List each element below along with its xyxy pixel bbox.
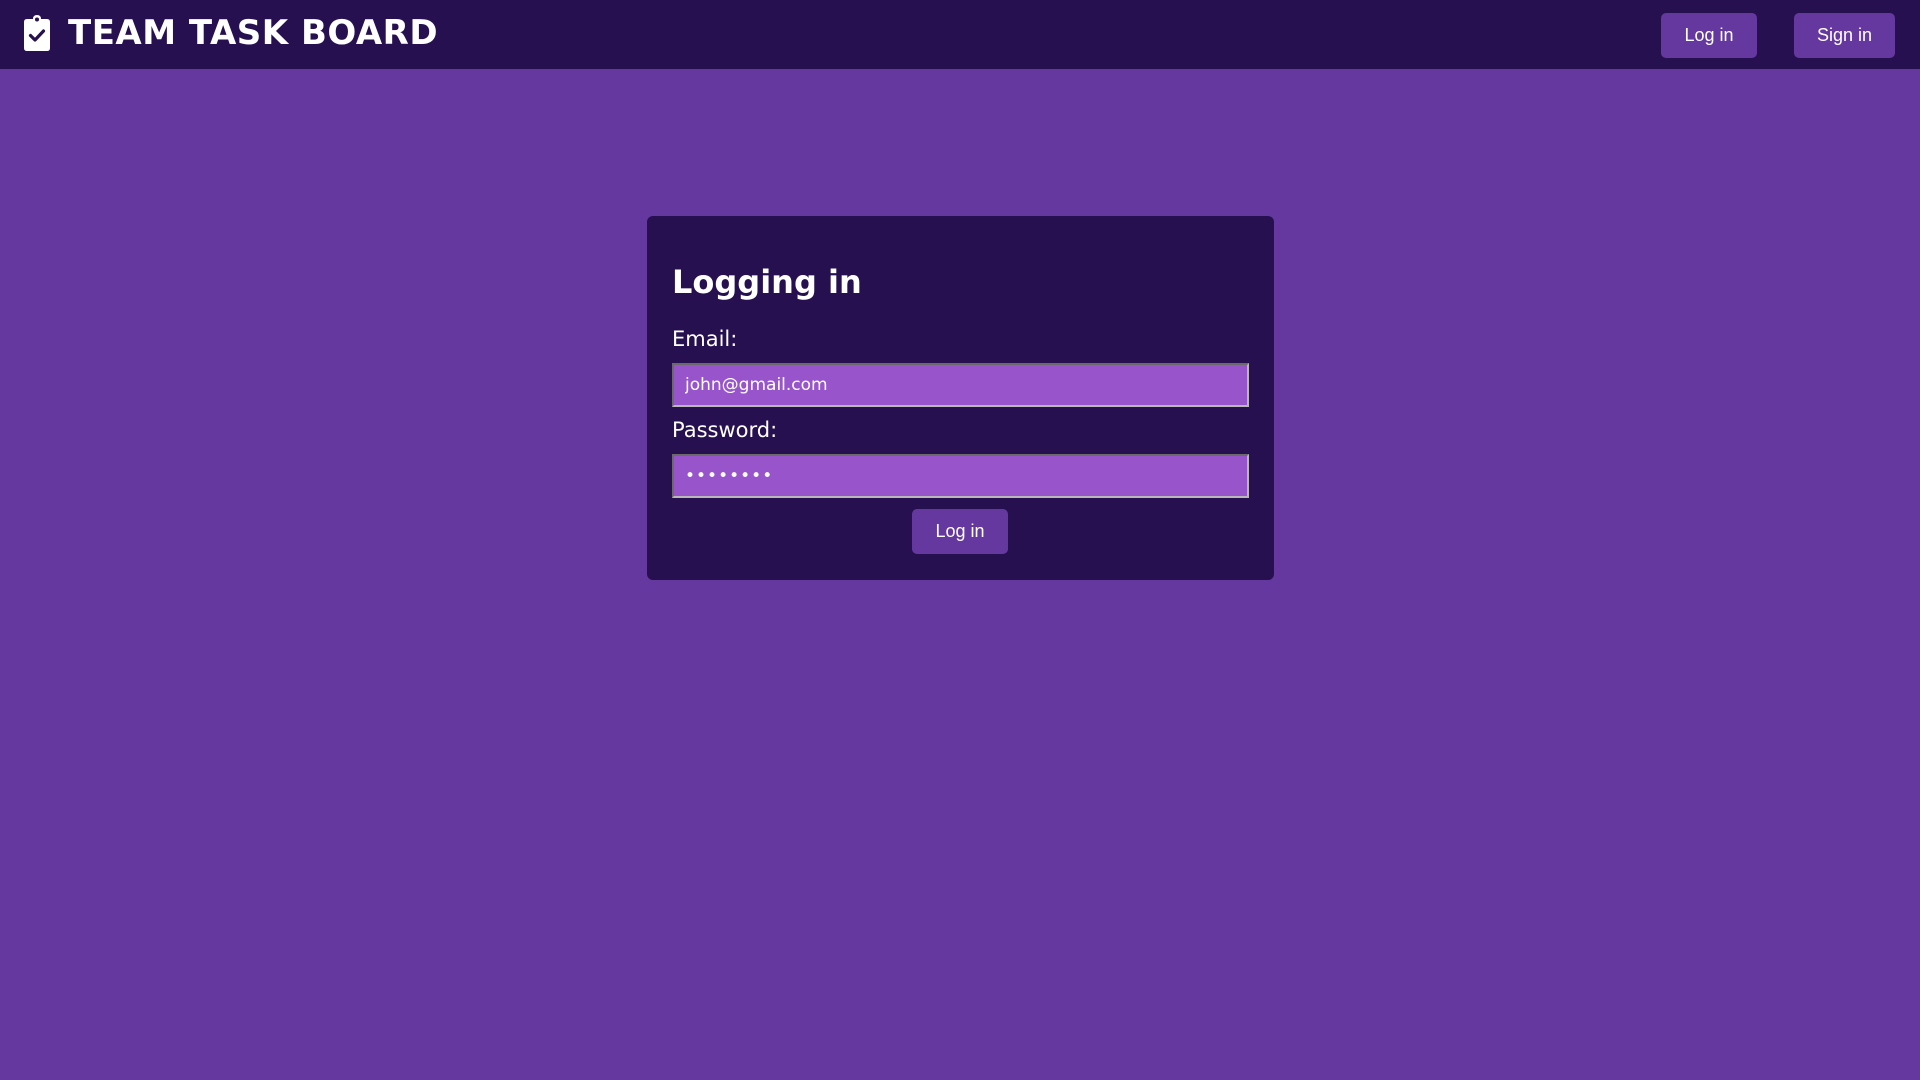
app-title: TEAM TASK BOARD	[68, 13, 439, 53]
header-login-button[interactable]: Log in	[1661, 13, 1757, 58]
login-title: Logging in	[672, 263, 862, 301]
email-label: Email:	[672, 327, 738, 351]
password-label: Password:	[672, 418, 778, 442]
header-signin-button[interactable]: Sign in	[1794, 13, 1895, 58]
login-card: Logging in Email: Password: Log in	[647, 216, 1274, 580]
login-submit-button[interactable]: Log in	[912, 509, 1008, 554]
password-field[interactable]	[672, 454, 1249, 498]
top-navbar: TEAM TASK BOARD Log in Sign in	[0, 0, 1920, 69]
email-field[interactable]	[672, 363, 1249, 407]
clipboard-check-icon	[24, 15, 50, 51]
